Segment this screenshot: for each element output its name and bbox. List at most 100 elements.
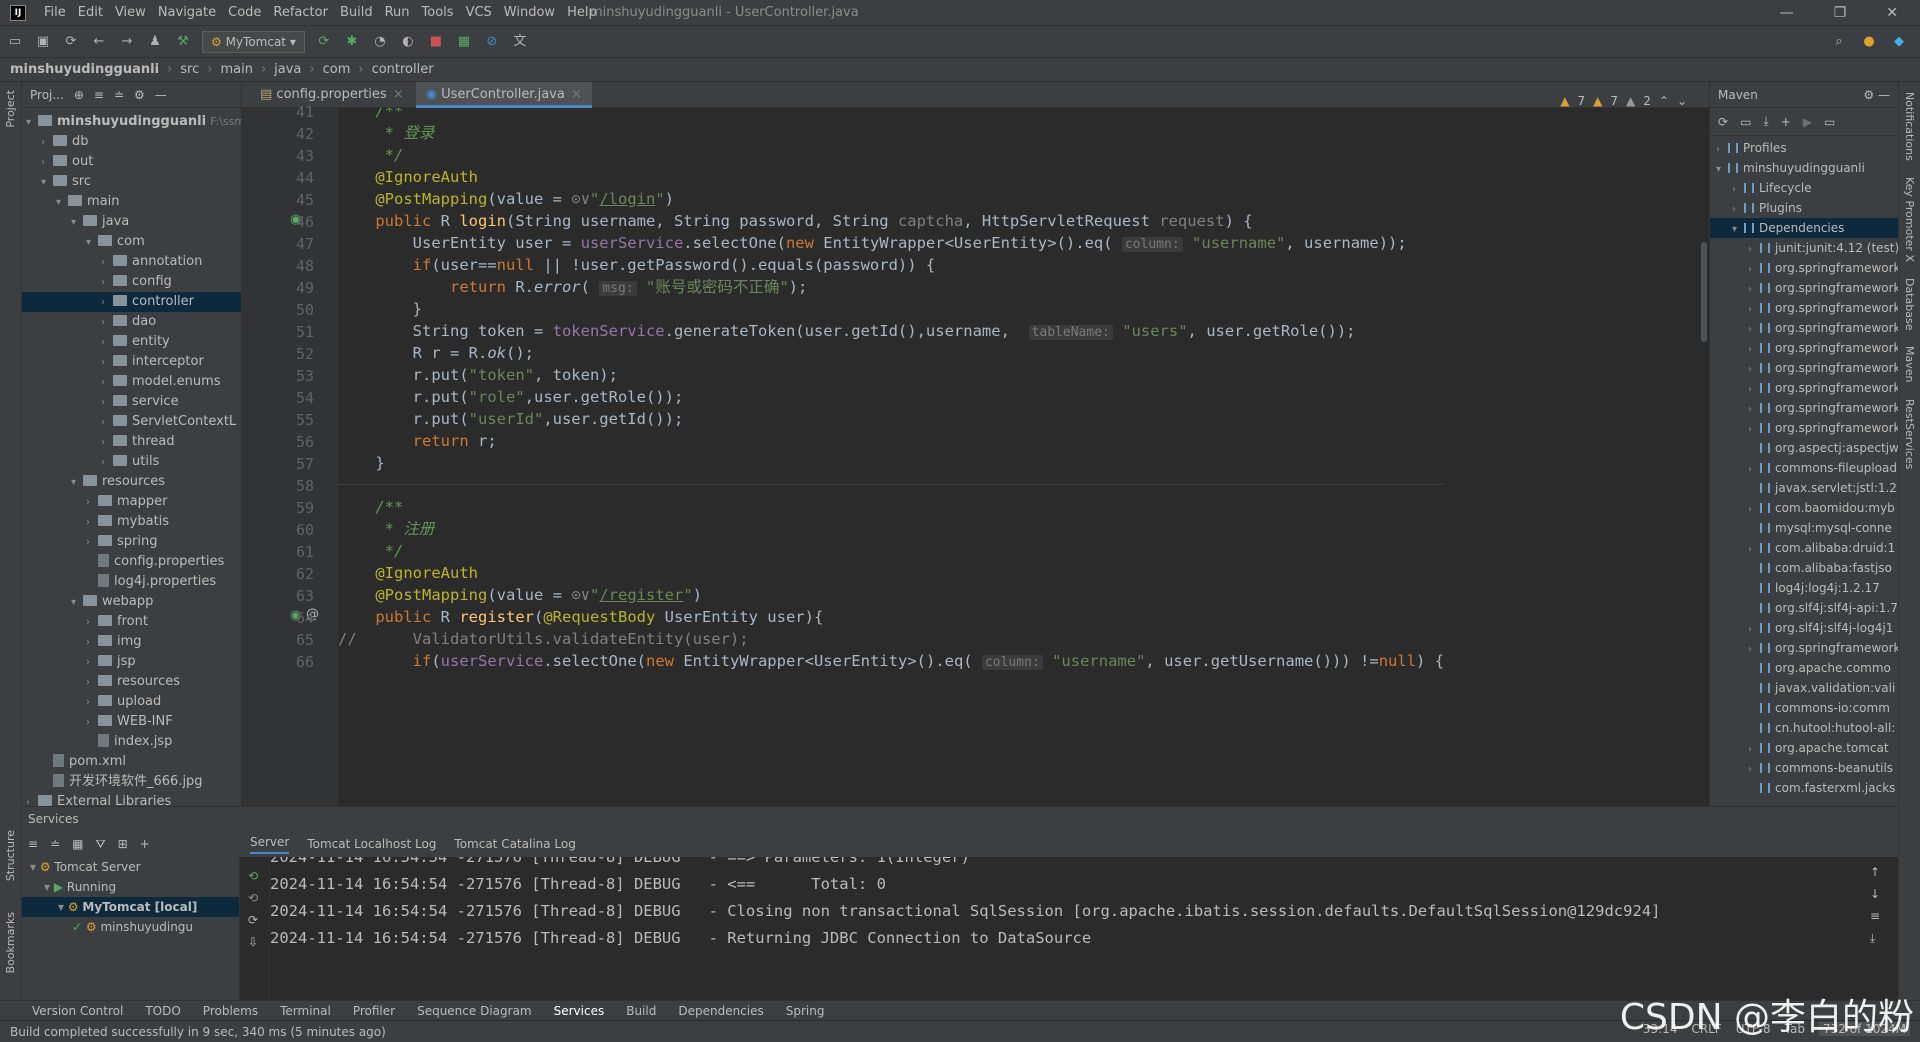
project-tree-node[interactable]: 开发环境软件_666.jpg [22, 772, 241, 792]
maven-tree-node[interactable]: › com.baomidou:myb [1710, 498, 1898, 518]
bottom-tool-terminal[interactable]: Terminal [280, 1004, 331, 1018]
maven-tree-node[interactable]: org.aspectj:aspectjw [1710, 438, 1898, 458]
project-tree-node[interactable]: › resources [22, 672, 241, 692]
menu-item-code[interactable]: Code [228, 0, 261, 26]
project-tree-node[interactable]: › thread [22, 432, 241, 452]
bottom-tool-build[interactable]: Build [626, 1004, 656, 1018]
chevron-right-icon[interactable]: › [101, 453, 113, 473]
run-configuration-selector[interactable]: ⚙ MyTomcat ▾ [202, 31, 305, 53]
menu-item-window[interactable]: Window [504, 0, 555, 26]
services-tab-server[interactable]: Server [250, 835, 290, 854]
menu-item-build[interactable]: Build [340, 0, 373, 26]
project-tree-node[interactable]: › annotation [22, 252, 241, 272]
maven-tree-node[interactable]: › org.springframework [1710, 318, 1898, 338]
update-icon[interactable]: ● [1860, 33, 1878, 51]
services-tab-tomcat-localhost-log[interactable]: Tomcat Localhost Log [307, 837, 436, 851]
chevron-down-icon[interactable]: ▾ [30, 860, 40, 874]
bottom-tool-services[interactable]: Services [554, 1004, 605, 1018]
service-tree-node[interactable]: ▾ ⚙ MyTomcat [local] [22, 897, 239, 917]
chevron-right-icon[interactable]: › [86, 633, 98, 653]
breadcrumb-item[interactable]: src [180, 62, 199, 77]
project-tree-node[interactable]: › jsp [22, 652, 241, 672]
chevron-right-icon[interactable]: › [41, 133, 53, 153]
bottom-tool-todo[interactable]: TODO [145, 1004, 180, 1018]
maven-tree-node[interactable]: mysql:mysql-conne [1710, 518, 1898, 538]
chevron-down-icon[interactable]: ▾ [1732, 220, 1744, 238]
structure-tool-tab[interactable]: Structure [4, 830, 17, 881]
reload-icon[interactable]: ⟳ [1718, 115, 1728, 129]
chevron-right-icon[interactable]: › [1748, 760, 1760, 778]
collapse-all-icon[interactable]: ≐ [114, 88, 124, 102]
project-tree-node[interactable]: ▾ resources [22, 472, 241, 492]
menu-item-navigate[interactable]: Navigate [158, 0, 216, 26]
project-tree-node[interactable]: › interceptor [22, 352, 241, 372]
stop-icon[interactable]: ■ [427, 33, 445, 51]
chevron-down-icon[interactable]: ▾ [71, 473, 83, 493]
maven-tree-node[interactable]: org.slf4j:slf4j-api:1.7 [1710, 598, 1898, 618]
group-icon[interactable]: ▦ [72, 837, 83, 851]
project-tree-node[interactable]: › mybatis [22, 512, 241, 532]
maven-tree-node[interactable]: › org.springframework [1710, 358, 1898, 378]
chevron-right-icon[interactable]: › [41, 153, 53, 173]
maven-tree-node[interactable]: › Lifecycle [1710, 178, 1898, 198]
project-tree-node[interactable]: log4j.properties [22, 572, 241, 592]
console-output[interactable]: 2024-11-14 16:54:54 -271576 [Thread-8] D… [270, 857, 1870, 1001]
maven-tree-node[interactable]: › org.springframework [1710, 298, 1898, 318]
chevron-right-icon[interactable]: › [1748, 260, 1760, 278]
status-message[interactable]: Build completed successfully in 9 sec, 3… [10, 1025, 386, 1039]
save-icon[interactable]: ▣ [34, 33, 52, 51]
breadcrumb-item[interactable]: main [220, 62, 252, 77]
project-tree-node[interactable]: ▾ java [22, 212, 241, 232]
chevron-right-icon[interactable]: › [1748, 320, 1760, 338]
chevron-down-icon[interactable]: ▾ [26, 113, 38, 133]
right-tool-tab-key-promoter-x[interactable]: Key Promoter X [1903, 177, 1916, 262]
maven-tree-node[interactable]: javax.validation:vali [1710, 678, 1898, 698]
build-hammer-icon[interactable]: ⚒ [174, 33, 192, 51]
chevron-down-icon[interactable]: ▾ [44, 880, 54, 894]
chevron-right-icon[interactable]: › [1748, 540, 1760, 558]
locate-icon[interactable]: ⊕ [74, 88, 84, 102]
coverage-icon[interactable]: ◔ [371, 33, 389, 51]
expand-all-icon[interactable]: ≡ [94, 88, 104, 102]
chevron-right-icon[interactable]: › [101, 253, 113, 273]
project-tree-node[interactable]: › service [22, 392, 241, 412]
code-content[interactable]: /** * 登录 */ @IgnoreAuth @PostMapping(val… [338, 108, 1678, 806]
project-tree-node[interactable]: › dao [22, 312, 241, 332]
minimize-icon[interactable]: — [1780, 5, 1794, 21]
back-icon[interactable]: ← [90, 33, 108, 51]
bottom-tool-sequence-diagram[interactable]: Sequence Diagram [417, 1004, 532, 1018]
close-tab-icon[interactable]: × [393, 87, 404, 102]
service-tree-node[interactable]: ✓ ⚙ minshuyudingu [22, 917, 239, 937]
restore-icon[interactable]: ❐ [1834, 5, 1847, 21]
chevron-right-icon[interactable]: › [1732, 180, 1744, 198]
maven-tree-node[interactable]: org.apache.commo [1710, 658, 1898, 678]
project-tree-node[interactable]: › out [22, 152, 241, 172]
project-tree-node[interactable]: › controller [22, 292, 241, 312]
menu-item-file[interactable]: File [44, 0, 66, 26]
bottom-tool-version-control[interactable]: Version Control [32, 1004, 123, 1018]
deploy-icon[interactable]: ⇩ [248, 931, 269, 953]
chevron-right-icon[interactable]: › [101, 353, 113, 373]
chevron-right-icon[interactable]: › [101, 273, 113, 293]
chevron-right-icon[interactable]: › [86, 493, 98, 513]
chevron-right-icon[interactable]: › [1748, 240, 1760, 258]
project-tool-tab[interactable]: Project [4, 90, 17, 128]
open-folder-icon[interactable]: ▭ [6, 33, 24, 51]
chevron-right-icon[interactable]: › [86, 513, 98, 533]
maven-tree-node[interactable]: › org.springframework [1710, 418, 1898, 438]
deployment-icon[interactable]: ✓ [72, 920, 86, 934]
chevron-right-icon[interactable]: › [1748, 300, 1760, 318]
jetbrains-icon[interactable]: ◆ [1890, 33, 1908, 51]
project-view-selector[interactable]: Proj... [30, 88, 64, 102]
maven-tree-node[interactable]: › Plugins [1710, 198, 1898, 218]
gear-icon[interactable]: ⚙ [134, 88, 145, 102]
project-tree-node[interactable]: › img [22, 632, 241, 652]
chevron-right-icon[interactable]: › [101, 433, 113, 453]
menu-item-vcs[interactable]: VCS [466, 0, 492, 26]
translate-icon[interactable]: 文 [511, 33, 529, 51]
project-tree-node[interactable]: › spring [22, 532, 241, 552]
chevron-down-icon[interactable]: ▾ [58, 900, 68, 914]
hide-icon[interactable]: — [155, 88, 167, 102]
profile-icon[interactable]: ◐ [399, 33, 417, 51]
chevron-right-icon[interactable]: › [101, 393, 113, 413]
